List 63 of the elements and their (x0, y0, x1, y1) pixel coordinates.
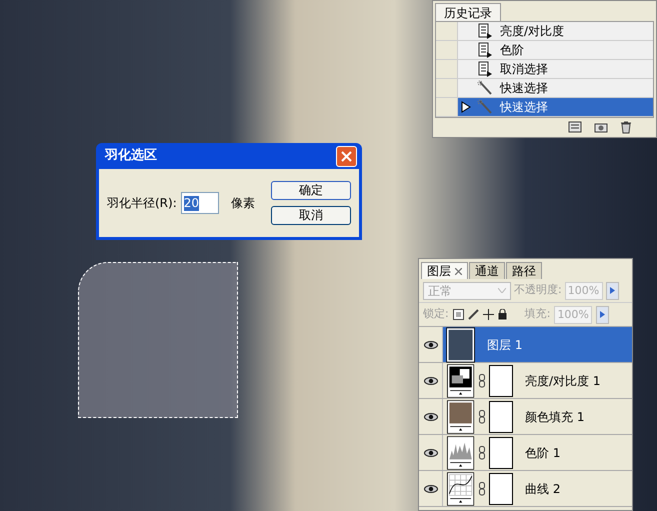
unit-label: 像素 (230, 195, 255, 212)
contrast-icon (447, 364, 474, 398)
panel-tab[interactable]: 通道 (469, 262, 505, 279)
chain-icon (479, 482, 485, 496)
fill-arrow-button[interactable] (596, 306, 610, 324)
curve-icon (447, 472, 474, 506)
lock-transparency-icon[interactable] (452, 309, 464, 320)
eye-icon[interactable] (424, 448, 438, 456)
chain-icon (479, 446, 485, 460)
panel-tab[interactable]: 图层 (421, 262, 468, 279)
history-label: 亮度/对比度 (500, 23, 564, 40)
history-item[interactable]: 快速选择 (436, 98, 653, 117)
history-label: 取消选择 (500, 61, 548, 78)
arrow-icon (610, 287, 615, 294)
layer-mask-thumbnail (489, 436, 513, 468)
lock-icon[interactable] (498, 309, 507, 320)
new-document-icon[interactable] (568, 121, 582, 133)
feather-radius-label: 羽化半径(R): (107, 195, 177, 212)
layer-name: 图层 1 (487, 336, 522, 354)
color-swatch-icon (447, 400, 474, 434)
close-icon[interactable] (455, 268, 462, 274)
eye-icon[interactable] (424, 412, 438, 420)
radius-input-field[interactable]: 20 (180, 192, 219, 214)
close-button[interactable] (336, 146, 357, 166)
arrow-icon (600, 311, 606, 318)
layer-name: 色阶 1 (525, 444, 560, 462)
history-label: 快速选择 (500, 99, 548, 116)
layer-name: 亮度/对比度 1 (525, 372, 600, 390)
close-icon (341, 150, 352, 162)
dialog-title: 羽化选区 (105, 147, 157, 166)
fill-label: 填充: (524, 306, 550, 322)
history-item[interactable]: 色阶 (436, 41, 653, 60)
panel-tab[interactable]: 路径 (506, 262, 542, 279)
chain-icon (479, 374, 485, 388)
chain-icon (479, 410, 485, 424)
camera-icon[interactable] (594, 121, 608, 133)
layer-thumbnail (447, 328, 474, 362)
layer-name: 曲线 2 (525, 480, 560, 498)
dialog-button[interactable]: 确定 (271, 181, 351, 200)
panel-tab[interactable]: 历史记录 (435, 3, 501, 21)
lock-label: 锁定: (423, 306, 449, 322)
history-item[interactable]: 取消选择 (436, 60, 653, 79)
history-label: 快速选择 (500, 80, 548, 97)
history-state-icon (461, 101, 471, 113)
opacity-arrow-button[interactable] (606, 282, 619, 300)
trash-icon[interactable] (620, 121, 632, 134)
chevron-down-icon (498, 288, 506, 293)
layer-name: 颜色填充 1 (525, 408, 584, 426)
histogram-icon (447, 436, 474, 470)
layer-mask-thumbnail (489, 364, 513, 396)
layer-mask-thumbnail (489, 472, 513, 504)
history-item[interactable]: 快速选择 (436, 79, 653, 98)
opacity-label: 不透明度: (514, 282, 562, 298)
move-icon[interactable] (482, 309, 494, 320)
eye-icon[interactable] (424, 484, 438, 492)
history-item[interactable]: 亮度/对比度 (436, 22, 653, 41)
document-icon (477, 61, 493, 77)
dialog-button[interactable]: 取消 (271, 206, 351, 225)
eye-icon[interactable] (424, 340, 438, 348)
history-label: 色阶 (500, 42, 524, 59)
eye-icon[interactable] (424, 376, 438, 384)
document-icon (477, 42, 493, 58)
layer-mask-thumbnail (489, 400, 513, 432)
